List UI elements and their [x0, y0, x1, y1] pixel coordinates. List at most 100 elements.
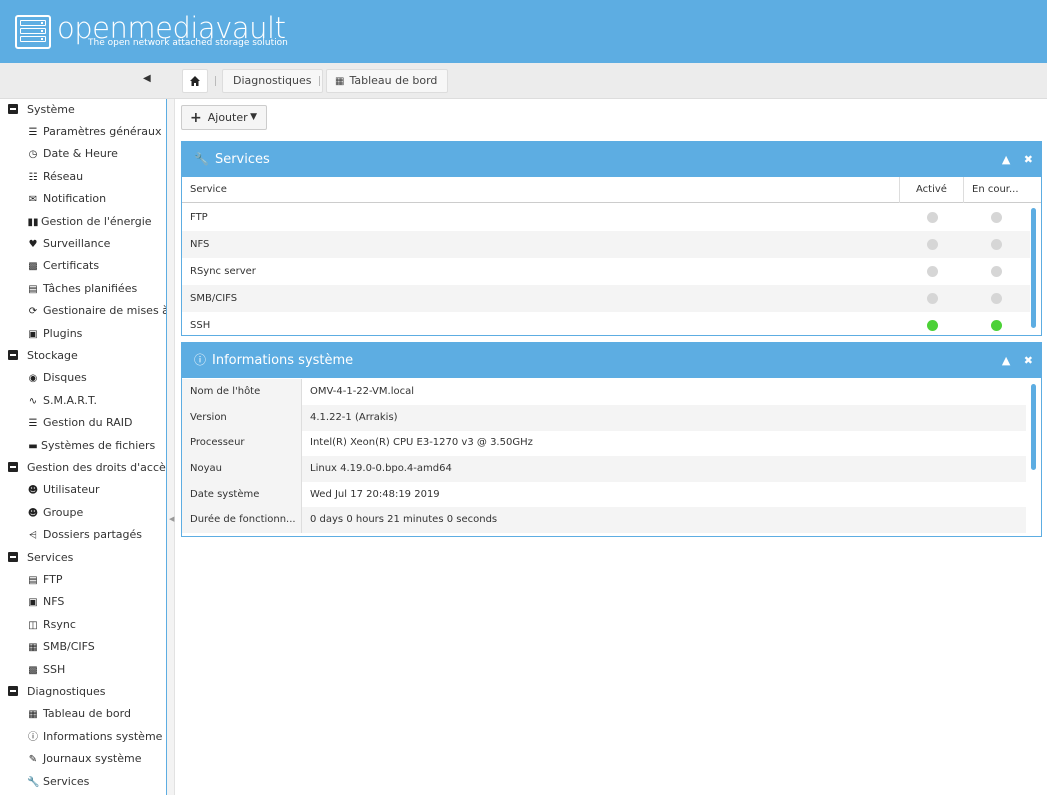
sidebar-item-reseau[interactable]: ☷ Réseau: [27, 167, 84, 187]
column-header-service[interactable]: Service: [182, 177, 900, 203]
add-widget-button[interactable]: + Ajouter ▼: [181, 105, 267, 130]
sidebar-item-label: Gestion de l'énergie: [41, 215, 152, 228]
nav-group-stockage[interactable]: Stockage: [8, 346, 78, 366]
users-icon: ☻: [27, 508, 39, 519]
nav-group-diagnostiques[interactable]: Diagnostiques: [8, 682, 106, 702]
sidebar-item-smb-cifs[interactable]: ▦ SMB/CIFS: [27, 637, 95, 657]
sidebar-item-label: Tableau de bord: [43, 707, 131, 720]
table-row: Version 4.1.22-1 (Arrakis): [182, 405, 1026, 431]
sidebar-item-dossiers-partages[interactable]: ⩤ Dossiers partagés: [27, 525, 142, 545]
sync-icon: ◫: [28, 620, 38, 631]
sidebar-item-ssh[interactable]: ▩ SSH: [27, 660, 65, 680]
clock-icon: ◷: [28, 149, 38, 160]
sidebar-item-rsync[interactable]: ◫ Rsync: [27, 615, 76, 635]
sidebar-nav: Système ☰ Paramètres généraux ◷ Date & Heu…: [0, 99, 167, 795]
close-icon[interactable]: ✖: [1024, 354, 1033, 367]
refresh-icon: ⟳: [28, 306, 38, 317]
battery-icon: ▮▮: [27, 217, 39, 228]
info-icon: ⓘ: [194, 353, 207, 367]
sidebar-item-disques[interactable]: ◉ Disques: [27, 368, 87, 388]
sidebar-item-ftp[interactable]: ▤ FTP: [27, 570, 62, 590]
services-panel-header: 🔧 Services ▲ ✖: [182, 142, 1041, 177]
sidebar-item-label: Systèmes de fichiers: [41, 439, 156, 452]
collapse-panel-icon[interactable]: ▲: [1002, 354, 1010, 367]
breadcrumb-separator: [215, 76, 216, 86]
table-row[interactable]: SMB/CIFS: [182, 285, 1030, 312]
network-icon: ☷: [28, 172, 38, 183]
sidebar-item-surveillance[interactable]: ♥ Surveillance: [27, 234, 111, 254]
dashboard-icon: ▦: [335, 76, 345, 87]
sidebar-item-groupe[interactable]: ☻ Groupe: [27, 503, 83, 523]
database-icon: ☰: [28, 418, 38, 429]
nav-group-systeme[interactable]: Système: [8, 100, 75, 120]
service-name: SMB/CIFS: [190, 293, 238, 304]
sidebar-item-smart[interactable]: ∿ S.M.A.R.T.: [27, 391, 97, 411]
close-icon[interactable]: ✖: [1024, 153, 1033, 166]
add-button-label: Ajouter: [207, 111, 248, 124]
collapse-panel-icon[interactable]: ▲: [1002, 153, 1010, 166]
sidebar-splitter[interactable]: [167, 99, 175, 795]
collapse-sidebar-icon[interactable]: ◀: [143, 73, 153, 87]
info-value: OMV-4-1-22-VM.local: [310, 386, 414, 397]
sidebar-item-notification[interactable]: ✉ Notification: [27, 189, 106, 209]
table-row: Noyau Linux 4.19.0-0.bpo.4-amd64: [182, 456, 1026, 482]
sidebar-item-certificats[interactable]: ▩ Certificats: [27, 256, 99, 276]
sysinfo-grid-body: Nom de l'hôte OMV-4-1-22-VM.local Versio…: [182, 379, 1041, 536]
sidebar-item-raid[interactable]: ☰ Gestion du RAID: [27, 413, 133, 433]
calendar-clock-icon: ▤: [28, 284, 38, 295]
sysinfo-panel-header: ⓘ Informations système ▲ ✖: [182, 343, 1041, 378]
info-key: Noyau: [182, 456, 302, 482]
status-dot: [991, 239, 1002, 250]
nav-group-droits-acces[interactable]: Gestion des droits d'accès: [8, 458, 166, 478]
sidebar-item-label: Tâches planifiées: [43, 282, 138, 295]
table-row: Date système Wed Jul 17 20:48:19 2019: [182, 482, 1026, 508]
services-scrollbar[interactable]: [1031, 208, 1036, 328]
table-row[interactable]: NFS: [182, 231, 1030, 258]
windows-icon: ▦: [28, 642, 38, 653]
table-row[interactable]: RSync server: [182, 258, 1030, 285]
sidebar-item-label: Gestion du RAID: [43, 416, 133, 429]
info-key: Nom de l'hôte: [182, 379, 302, 405]
sidebar-item-label: Rsync: [43, 618, 76, 631]
heartbeat-icon: ♥: [28, 239, 38, 250]
share-icon: ⩤: [29, 530, 37, 541]
splitter-arrow-icon[interactable]: ◀: [169, 515, 174, 523]
nav-group-services[interactable]: Services: [8, 548, 73, 568]
sidebar-item-taches-planifiees[interactable]: ▤ Tâches planifiées: [27, 279, 137, 299]
column-header-running[interactable]: En cour...: [964, 177, 1042, 203]
brand-tagline: The open network attached storage soluti…: [88, 38, 288, 48]
sidebar-item-label: Date & Heure: [43, 147, 118, 160]
sysinfo-scrollbar[interactable]: [1031, 384, 1036, 470]
sidebar-item-label: Services: [43, 775, 90, 788]
home-icon[interactable]: [182, 69, 208, 93]
info-key: Durée de fonctionn...: [182, 507, 302, 533]
sidebar-item-systemes-fichiers[interactable]: ▬ Systèmes de fichiers: [25, 436, 155, 456]
table-row[interactable]: SSH: [182, 312, 1030, 336]
sysinfo-panel: ⓘ Informations système ▲ ✖ Nom de l'hôte …: [181, 342, 1042, 537]
nav-group-label: Diagnostiques: [27, 685, 106, 698]
wrench-icon: 🔧: [194, 152, 209, 166]
sidebar-item-journaux-systeme[interactable]: ✎ Journaux système: [27, 749, 142, 769]
sidebar-item-utilisateur[interactable]: ☻ Utilisateur: [27, 480, 100, 500]
sidebar-item-label: Notification: [43, 192, 107, 205]
sidebar-item-parametres-generaux[interactable]: ☰ Paramètres généraux: [27, 122, 162, 142]
sidebar-item-gestion-energie[interactable]: ▮▮ Gestion de l'énergie: [25, 212, 152, 232]
panel-title: Informations système: [212, 353, 354, 368]
sidebar-item-plugins[interactable]: ▣ Plugins: [27, 324, 82, 344]
status-dot: [927, 320, 938, 331]
breadcrumb-bar: ◀ Diagnostiques ▦ Tableau de bord: [0, 63, 1047, 99]
table-row[interactable]: FTP: [182, 204, 1030, 231]
sidebar-item-label: Disques: [43, 371, 87, 384]
sidebar-item-date-heure[interactable]: ◷ Date & Heure: [27, 144, 118, 164]
info-value: Linux 4.19.0-0.bpo.4-amd64: [310, 463, 452, 474]
info-key: Date système: [182, 482, 302, 508]
sidebar-item-tableau-de-bord[interactable]: ▦ Tableau de bord: [27, 704, 131, 724]
certificate-icon: ▩: [28, 261, 38, 272]
breadcrumb-tableau-de-bord[interactable]: ▦ Tableau de bord: [326, 69, 449, 93]
breadcrumb-diagnostiques[interactable]: Diagnostiques: [222, 69, 323, 93]
sidebar-item-informations-systeme[interactable]: ⓘ Informations système: [27, 727, 162, 747]
sidebar-item-mises-a-jour[interactable]: ⟳ Gestionaire de mises à jour: [27, 301, 166, 321]
sidebar-item-services-diag[interactable]: 🔧 Services: [27, 772, 89, 792]
column-header-active[interactable]: Activé: [900, 177, 964, 203]
sidebar-item-nfs[interactable]: ▣ NFS: [27, 592, 64, 612]
